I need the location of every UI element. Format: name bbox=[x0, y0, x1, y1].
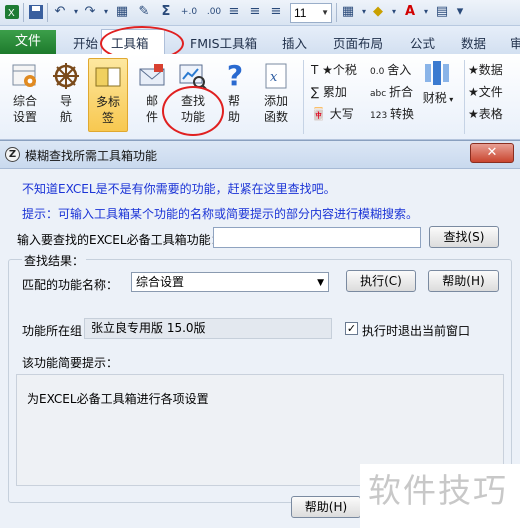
settings-button[interactable]: 综合 设置 bbox=[6, 61, 44, 125]
search-label: 输入要查找的EXCEL必备工具箱功能： bbox=[17, 233, 223, 247]
tab-page-layout[interactable]: 页面布局 bbox=[333, 33, 383, 52]
search-button[interactable]: 查找(S) bbox=[429, 226, 499, 248]
tab-review[interactable]: 审 bbox=[510, 33, 520, 52]
round-icon: 0.0 bbox=[370, 67, 388, 77]
add-function-icon: x bbox=[261, 61, 291, 91]
finance-icon bbox=[423, 58, 453, 88]
align-center-icon[interactable]: ≡ bbox=[247, 4, 263, 20]
match-label: 匹配的功能名称： bbox=[22, 278, 119, 292]
multi-tab-button[interactable]: 多标 签 bbox=[88, 58, 128, 132]
sigma-icon: ∑ bbox=[311, 85, 323, 99]
tax-icon: T ★ bbox=[311, 63, 333, 77]
data-menu-button[interactable]: ★数据 bbox=[468, 61, 503, 78]
question-icon: ? bbox=[226, 59, 244, 92]
bottom-help-button[interactable]: 帮助(H) bbox=[291, 496, 361, 518]
cumulative-button[interactable]: ∑ 累加 bbox=[311, 83, 347, 100]
tab-fmis-toolbox[interactable]: FMIS工具箱 bbox=[190, 33, 257, 52]
svg-text:x: x bbox=[270, 70, 278, 85]
help-button[interactable]: 帮助(H) bbox=[428, 270, 499, 292]
ship-wheel-icon bbox=[51, 61, 81, 91]
svg-text:X: X bbox=[8, 8, 15, 19]
group-value: 张立良专用版 15.0版 bbox=[84, 318, 332, 339]
customize-toolbar-icon[interactable]: ▾ bbox=[452, 4, 468, 20]
intro-text: 不知道EXCEL是不是有你需要的功能，赶紧在这里查找吧。 bbox=[22, 182, 336, 196]
redo-dropdown-icon[interactable]: ▾ bbox=[98, 4, 114, 20]
fill-color-icon[interactable]: ◆ bbox=[370, 4, 386, 20]
results-label: 查找结果： bbox=[22, 252, 87, 269]
font-size-select[interactable]: 11 ▼ bbox=[290, 3, 332, 23]
align-right-icon[interactable]: ≡ bbox=[268, 4, 284, 20]
table-menu-button[interactable]: ★表格 bbox=[468, 105, 503, 122]
increase-decimal-icon[interactable]: +.0 bbox=[178, 4, 200, 20]
execute-button[interactable]: 执行(C) bbox=[346, 270, 416, 292]
convert-icon: 123 bbox=[370, 111, 391, 121]
align-left-icon[interactable]: ≡ bbox=[226, 4, 242, 20]
sheet-icon[interactable]: ▤ bbox=[434, 4, 450, 20]
add-function-button[interactable]: x 添加 函数 bbox=[257, 61, 295, 125]
fold-icon: abc bbox=[370, 89, 390, 99]
save-icon[interactable] bbox=[28, 4, 44, 20]
dialog-title-bar: Z 模糊查找所需工具箱功能 ✕ bbox=[0, 141, 520, 169]
help-ribbon-button[interactable]: ? 帮 助 bbox=[220, 61, 248, 125]
excel-app-icon: X bbox=[4, 4, 20, 20]
fold-button[interactable]: abc 折合 bbox=[370, 83, 413, 100]
finance-button[interactable]: 财税 ▾ bbox=[416, 58, 460, 108]
calendar-icon[interactable]: ▦ bbox=[114, 4, 130, 20]
description-text: 为EXCEL必备工具箱进行各项设置 bbox=[27, 392, 209, 406]
tab-data[interactable]: 数据 bbox=[461, 33, 486, 52]
font-color-dropdown-icon[interactable]: ▾ bbox=[418, 4, 434, 20]
chevron-down-icon: ▼ bbox=[317, 278, 324, 288]
exit-checkbox[interactable]: ✓ bbox=[345, 322, 358, 335]
settings-icon bbox=[10, 61, 40, 91]
borders-icon[interactable]: ▦ bbox=[340, 4, 356, 20]
quick-access-toolbar: X ↶ ▾ ↷ ▾ ▦ ✎ Σ +.0 .00 ≡ ≡ ≡ 11 ▼ ▦ ▾ ◆ … bbox=[0, 0, 520, 26]
navigate-button[interactable]: 导 航 bbox=[47, 61, 85, 125]
format-painter-icon[interactable]: ✎ bbox=[136, 4, 152, 20]
mail-icon bbox=[137, 61, 167, 91]
desc-label: 该功能简要提示： bbox=[22, 356, 119, 370]
fill-dropdown-icon[interactable]: ▾ bbox=[386, 4, 402, 20]
undo-icon[interactable]: ↶ bbox=[52, 4, 68, 20]
tab-formulas[interactable]: 公式 bbox=[410, 33, 435, 52]
annotation-circle-find-function bbox=[162, 86, 224, 136]
dialog-title: 模糊查找所需工具箱功能 bbox=[25, 149, 158, 163]
tax-button[interactable]: T ★个税 bbox=[311, 61, 357, 78]
search-input[interactable] bbox=[213, 227, 421, 248]
convert-button[interactable]: 123 转换 bbox=[370, 105, 414, 122]
file-menu-button[interactable]: ★文件 bbox=[468, 83, 503, 100]
decrease-decimal-icon[interactable]: .00 bbox=[203, 4, 225, 20]
multi-tab-icon bbox=[93, 62, 123, 92]
close-button[interactable]: ✕ bbox=[470, 143, 514, 163]
redo-icon[interactable]: ↷ bbox=[82, 4, 98, 20]
watermark: 软件技巧 bbox=[360, 464, 520, 528]
exit-checkbox-label: 执行时退出当前窗口 bbox=[362, 324, 471, 338]
round-button[interactable]: 0.0 舍入 bbox=[370, 61, 411, 78]
tab-file[interactable]: 文件 bbox=[0, 30, 56, 54]
autosum-icon[interactable]: Σ bbox=[158, 4, 174, 20]
match-select[interactable]: 综合设置 ▼ bbox=[131, 272, 329, 292]
z-logo-icon: Z bbox=[5, 147, 20, 162]
tab-insert[interactable]: 插入 bbox=[282, 33, 307, 52]
font-color-icon[interactable]: A bbox=[402, 4, 418, 20]
tab-home[interactable]: 开始 bbox=[73, 33, 98, 52]
finance-dropdown-icon: ▾ bbox=[446, 95, 454, 104]
uppercase-icon: 🀄 bbox=[311, 107, 330, 121]
hint-text: 提示：可输入工具箱某个功能的名称或简要提示的部分内容进行模糊搜索。 bbox=[22, 207, 419, 221]
uppercase-button[interactable]: 🀄 大写 bbox=[311, 105, 354, 122]
